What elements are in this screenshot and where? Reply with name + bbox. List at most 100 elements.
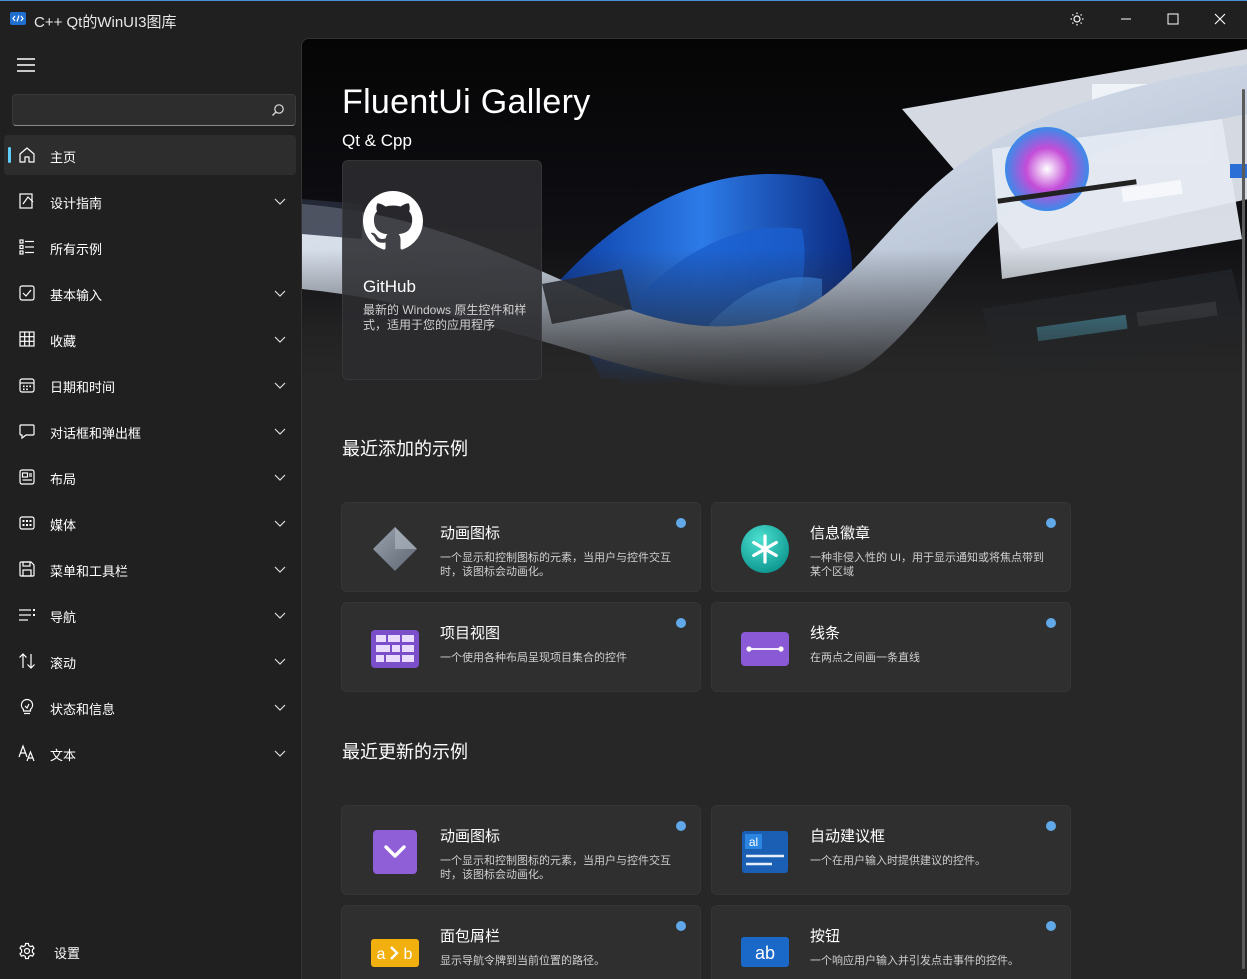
sample-card[interactable]: al 自动建议框 一个在用户输入时提供建议的控件。 [711, 805, 1071, 895]
save-icon [19, 561, 35, 577]
chevron-down-icon[interactable] [274, 471, 286, 483]
update-indicator-dot [676, 821, 686, 831]
sidebar-item-label: 菜单和工具栏 [50, 564, 129, 579]
new-indicator-dot [1046, 618, 1056, 628]
sidebar-item-dialogs-flyouts[interactable]: 对话框和弹出框 [4, 411, 296, 451]
chevron-down-icon[interactable] [274, 747, 286, 759]
chevron-down-icon[interactable] [274, 195, 286, 207]
gear-icon [19, 942, 35, 960]
main-content: FluentUi Gallery Qt & Cpp GitHub 最新的 Win… [301, 38, 1247, 979]
sample-card-title: 面包屑栏 [440, 928, 501, 945]
media-icon [19, 516, 35, 530]
close-icon [1214, 13, 1226, 25]
github-card-title: GitHub [363, 277, 416, 296]
sample-card-title: 线条 [810, 625, 841, 642]
theme-toggle-button[interactable] [1054, 2, 1100, 36]
sample-card-description: 一种非侵入性的 UI，用于显示通知或将焦点带到某个区域 [810, 552, 1045, 578]
window-title: C++ Qt的WinUI3图库 [34, 14, 177, 31]
minimize-button[interactable] [1103, 2, 1149, 36]
update-indicator-dot [1046, 821, 1056, 831]
chevron-down-icon[interactable] [274, 425, 286, 437]
chat-icon [19, 424, 35, 440]
maximize-icon [1167, 13, 1179, 25]
sample-card[interactable]: 线条 在两点之间画一条直线 [711, 602, 1071, 692]
github-card[interactable]: GitHub 最新的 Windows 原生控件和样式，适用于您的应用程序 [342, 160, 542, 380]
new-indicator-dot [676, 518, 686, 528]
chevron-down-icon[interactable] [274, 609, 286, 621]
sidebar-item-label: 状态和信息 [50, 702, 116, 717]
github-icon [363, 191, 423, 250]
search-input[interactable] [21, 101, 261, 119]
auto-suggest-icon: al [742, 831, 788, 873]
sidebar-item-settings[interactable]: 设置 [4, 931, 296, 971]
sidebar-item-label: 日期和时间 [50, 380, 116, 395]
sidebar-item-basic-input[interactable]: 基本输入 [4, 273, 296, 313]
design-guide-icon [19, 193, 34, 209]
sidebar-item-collections[interactable]: 收藏 [4, 319, 296, 359]
menu-toggle-button[interactable] [10, 51, 42, 79]
animated-icon-purple [373, 830, 417, 874]
chevron-down-icon[interactable] [274, 287, 286, 299]
chevron-down-icon[interactable] [274, 517, 286, 529]
sidebar-item-label: 所有示例 [50, 242, 103, 257]
calendar-icon [19, 378, 35, 393]
search-icon[interactable] [271, 103, 285, 117]
sample-card[interactable]: 动画图标 一个显示和控制图标的元素，当用户与控件交互时，该图标会动画化。 [341, 502, 701, 592]
sample-card-description: 一个显示和控制图标的元素，当用户与控件交互时，该图标会动画化。 [440, 855, 671, 881]
home-icon [19, 147, 35, 163]
sidebar-item-layout[interactable]: 布局 [4, 457, 296, 497]
sample-card-description: 显示导航令牌到当前位置的路径。 [440, 955, 605, 967]
sidebar-item-label: 布局 [50, 472, 77, 487]
items-view-icon [371, 630, 419, 668]
sample-card-title: 项目视图 [440, 625, 501, 642]
sample-card[interactable]: 动画图标 一个显示和控制图标的元素，当用户与控件交互时，该图标会动画化。 [341, 805, 701, 895]
sample-card-description: 在两点之间画一条直线 [810, 652, 920, 664]
brightness-icon [1070, 12, 1084, 26]
chevron-down-icon[interactable] [274, 655, 286, 667]
sidebar-item-home[interactable]: 主页 [4, 135, 296, 175]
hero-subtitle: Qt & Cpp [342, 131, 412, 150]
new-indicator-dot [1046, 518, 1056, 528]
sidebar-item-label: 设计指南 [50, 196, 103, 211]
sample-card-title: 按钮 [810, 928, 841, 945]
sidebar-item-text[interactable]: 文本 [4, 733, 296, 773]
close-button[interactable] [1197, 2, 1243, 36]
sidebar-item-navigation[interactable]: 导航 [4, 595, 296, 635]
sidebar-item-date-time[interactable]: 日期和时间 [4, 365, 296, 405]
sidebar-item-all-samples[interactable]: 所有示例 [4, 227, 296, 267]
sidebar-item-media[interactable]: 媒体 [4, 503, 296, 543]
sidebar-item-label: 主页 [50, 150, 77, 165]
sidebar-item-status-info[interactable]: 状态和信息 [4, 687, 296, 727]
sample-card[interactable]: 项目视图 一个使用各种布局呈现项目集合的控件 [341, 602, 701, 692]
chevron-down-icon[interactable] [274, 379, 286, 391]
lightbulb-icon [20, 698, 34, 715]
svg-text:a: a [377, 946, 386, 963]
section-title-recently-added: 最近添加的示例 [342, 439, 468, 459]
sidebar-item-label: 文本 [50, 748, 77, 763]
chevron-down-icon[interactable] [274, 563, 286, 575]
breadcrumb-icon: a b [371, 939, 419, 967]
sample-card[interactable]: a b 面包屑栏 显示导航令牌到当前位置的路径。 [341, 905, 701, 979]
vertical-scrollbar[interactable] [1242, 89, 1245, 969]
sidebar-item-scrolling[interactable]: 滚动 [4, 641, 296, 681]
app-logo-icon [10, 12, 26, 25]
search-box[interactable] [12, 94, 296, 126]
sidebar-item-label: 收藏 [50, 334, 77, 349]
svg-text:b: b [404, 946, 413, 963]
chevron-down-icon[interactable] [274, 333, 286, 345]
sample-card-title: 动画图标 [440, 828, 501, 845]
sample-card[interactable]: ab 按钮 一个响应用户输入并引发点击事件的控件。 [711, 905, 1071, 979]
sidebar-item-label: 对话框和弹出框 [50, 426, 142, 441]
info-badge-icon [741, 525, 789, 573]
sample-card-description: 一个显示和控制图标的元素，当用户与控件交互时，该图标会动画化。 [440, 552, 671, 578]
navigation-pane: 主页 设计指南 所有示例 基本输入 收藏 日期和时间 对话框和弹出框 布局 媒体… [0, 37, 301, 979]
sample-card-title: 动画图标 [440, 525, 501, 542]
maximize-button[interactable] [1150, 2, 1196, 36]
selection-indicator [8, 147, 11, 163]
sidebar-item-menus-toolbars[interactable]: 菜单和工具栏 [4, 549, 296, 589]
sidebar-item-design-guide[interactable]: 设计指南 [4, 181, 296, 221]
sample-card[interactable]: 信息徽章 一种非侵入性的 UI，用于显示通知或将焦点带到某个区域 [711, 502, 1071, 592]
checkbox-icon [19, 285, 35, 301]
chevron-down-icon[interactable] [274, 701, 286, 713]
hero-title: FluentUi Gallery [342, 83, 591, 121]
